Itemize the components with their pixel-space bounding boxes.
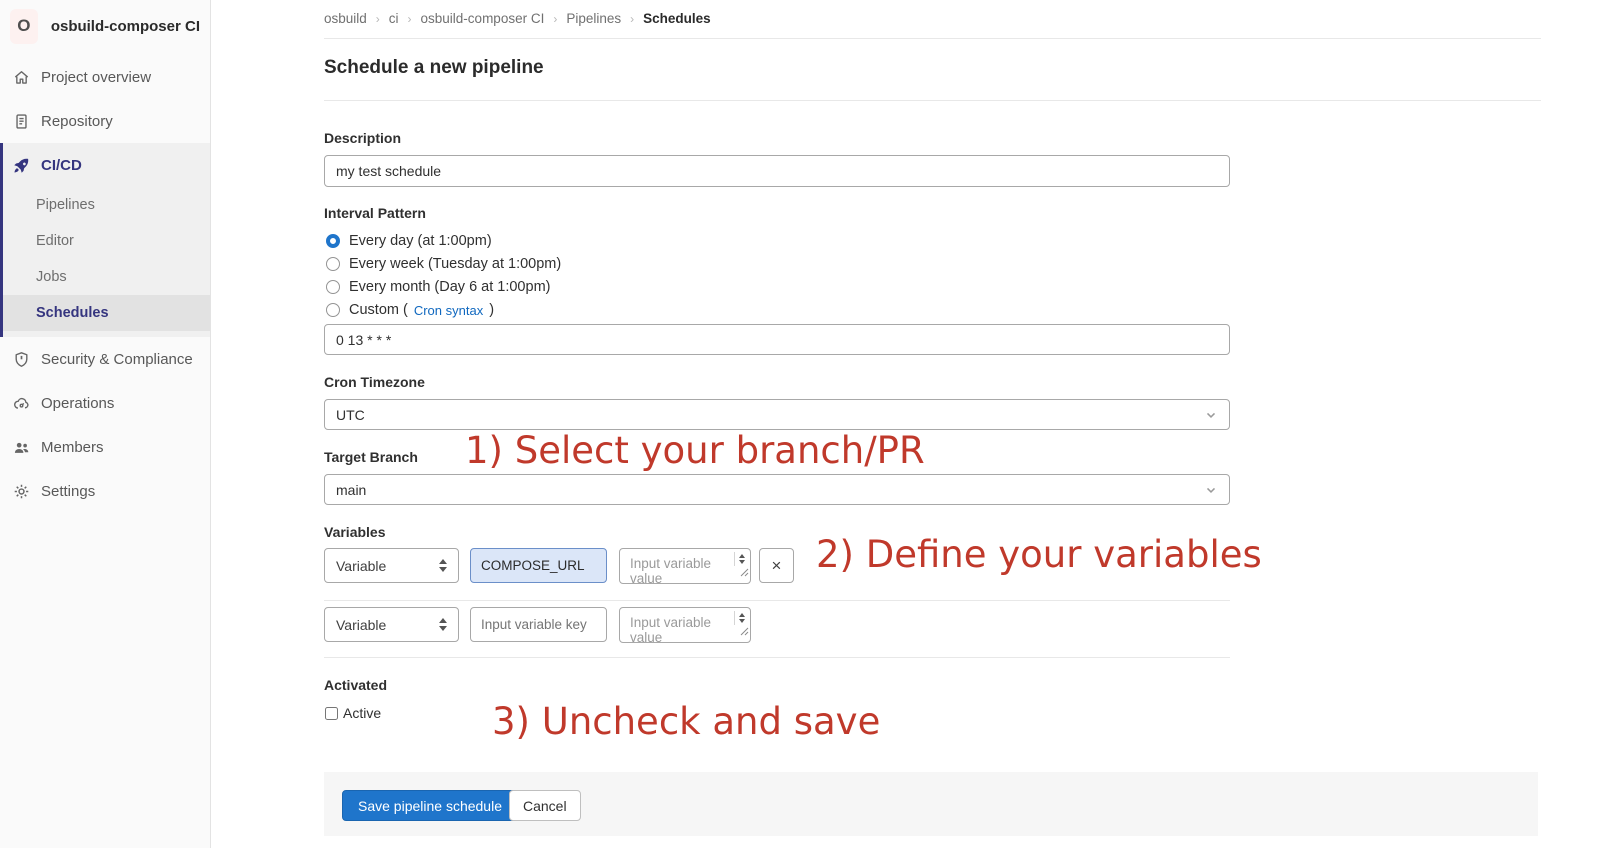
sidebar: O osbuild-composer CI Project overview R…: [0, 0, 211, 848]
active-checkbox-row: Active: [325, 705, 381, 721]
cron-pattern-input[interactable]: [324, 324, 1230, 355]
radio-icon[interactable]: [326, 303, 340, 317]
divider: [324, 600, 1230, 601]
target-branch-value: main: [336, 482, 366, 498]
variable-type-value: Variable: [336, 617, 386, 633]
variable-value-textarea[interactable]: [619, 548, 751, 584]
project-title[interactable]: osbuild-composer CI: [51, 18, 200, 35]
annotation-step1: 1) Select your branch/PR: [465, 429, 925, 472]
active-checkbox-label: Active: [343, 705, 381, 721]
resize-handle-icon[interactable]: [740, 564, 749, 582]
avatar-letter: O: [17, 16, 30, 36]
resize-handle-icon[interactable]: [740, 623, 749, 641]
description-input[interactable]: [324, 155, 1230, 187]
breadcrumb-separator: ›: [553, 12, 557, 26]
cron-syntax-link[interactable]: Cron syntax: [414, 303, 483, 318]
variable-key-input[interactable]: [470, 548, 607, 583]
sidebar-item-label: Repository: [41, 113, 113, 130]
radio-label: Every month (Day 6 at 1:00pm): [349, 279, 550, 295]
breadcrumb-separator: ›: [408, 12, 412, 26]
sidebar-item-label: Members: [41, 439, 104, 456]
annotation-step2: 2) Define your variables: [816, 533, 1262, 576]
divider: [324, 657, 1230, 658]
variable-type-select[interactable]: Variable: [324, 607, 459, 642]
divider: [324, 100, 1541, 101]
select-updown-icon: [439, 618, 447, 631]
variables-label: Variables: [324, 524, 386, 540]
interval-option-custom[interactable]: Custom ( Cron syntax ): [326, 300, 494, 320]
shield-icon: [13, 351, 30, 368]
sidebar-item-label: Operations: [41, 395, 114, 412]
breadcrumb-separator: ›: [630, 12, 634, 26]
radio-label: ): [489, 302, 494, 318]
interval-pattern-label: Interval Pattern: [324, 205, 426, 221]
sidebar-item-label: CI/CD: [41, 157, 82, 174]
interval-option-weekly[interactable]: Every week (Tuesday at 1:00pm): [326, 254, 561, 274]
variable-type-value: Variable: [336, 558, 386, 574]
gear-icon: [13, 483, 30, 500]
sidebar-item-members[interactable]: Members: [0, 425, 210, 469]
project-avatar[interactable]: O: [10, 9, 38, 44]
target-branch-label: Target Branch: [324, 449, 418, 465]
app-root: O osbuild-composer CI Project overview R…: [0, 0, 1609, 848]
target-branch-select[interactable]: main: [324, 474, 1230, 505]
page-title: Schedule a new pipeline: [324, 57, 544, 79]
variable-key-input[interactable]: [470, 607, 607, 642]
breadcrumb-item[interactable]: osbuild-composer CI: [421, 11, 545, 26]
home-icon: [13, 69, 30, 86]
radio-label: Every week (Tuesday at 1:00pm): [349, 256, 561, 272]
sidebar-item-label: Project overview: [41, 69, 151, 86]
members-icon: [13, 439, 30, 456]
project-header: O osbuild-composer CI: [0, 0, 210, 52]
radio-label: Every day (at 1:00pm): [349, 233, 492, 249]
breadcrumb-item[interactable]: osbuild: [324, 11, 367, 26]
sidebar-nav: Project overview Repository CI/CD Pipeli…: [0, 55, 210, 513]
variable-value-wrap: [619, 607, 751, 643]
breadcrumb-separator: ›: [376, 12, 380, 26]
radio-selected-icon[interactable]: [326, 234, 340, 248]
sidebar-item-schedules[interactable]: Schedules: [3, 295, 210, 331]
remove-variable-button[interactable]: ×: [759, 548, 794, 583]
variable-value-textarea[interactable]: [619, 607, 751, 643]
interval-option-monthly[interactable]: Every month (Day 6 at 1:00pm): [326, 277, 550, 297]
sidebar-item-pipelines[interactable]: Pipelines: [3, 187, 210, 223]
cron-timezone-select[interactable]: UTC: [324, 399, 1230, 430]
annotation-step3: 3) Uncheck and save: [492, 700, 880, 743]
document-icon: [13, 113, 30, 130]
radio-icon[interactable]: [326, 257, 340, 271]
sidebar-item-label: Settings: [41, 483, 95, 500]
cron-timezone-label: Cron Timezone: [324, 374, 425, 390]
activated-label: Activated: [324, 677, 387, 693]
breadcrumb-item[interactable]: Pipelines: [566, 11, 621, 26]
cancel-button[interactable]: Cancel: [509, 790, 581, 821]
sidebar-item-operations[interactable]: Operations: [0, 381, 210, 425]
save-pipeline-schedule-button[interactable]: Save pipeline schedule: [342, 790, 518, 821]
sidebar-item-settings[interactable]: Settings: [0, 469, 210, 513]
variable-type-select[interactable]: Variable: [324, 548, 459, 583]
cloud-icon: [13, 395, 30, 412]
sidebar-item-cicd[interactable]: CI/CD: [3, 143, 210, 187]
interval-option-daily[interactable]: Every day (at 1:00pm): [326, 231, 492, 251]
radio-label: Custom (: [349, 302, 408, 318]
sidebar-item-jobs[interactable]: Jobs: [3, 259, 210, 295]
divider: [324, 38, 1541, 39]
description-label: Description: [324, 130, 401, 146]
rocket-icon: [13, 157, 30, 174]
breadcrumb-item[interactable]: ci: [389, 11, 399, 26]
radio-icon[interactable]: [326, 280, 340, 294]
sidebar-item-repository[interactable]: Repository: [0, 99, 210, 143]
breadcrumb-current: Schedules: [643, 11, 711, 26]
sidebar-item-label: Security & Compliance: [41, 351, 193, 368]
sidebar-item-security-compliance[interactable]: Security & Compliance: [0, 337, 210, 381]
cron-timezone-value: UTC: [336, 407, 365, 423]
sidebar-section-cicd: CI/CD Pipelines Editor Jobs Schedules: [0, 143, 210, 337]
select-updown-icon: [439, 559, 447, 572]
chevron-down-icon: [1204, 408, 1218, 422]
sidebar-item-editor[interactable]: Editor: [3, 223, 210, 259]
chevron-down-icon: [1204, 483, 1218, 497]
variable-value-wrap: [619, 548, 751, 584]
active-checkbox[interactable]: [325, 707, 338, 720]
breadcrumb: osbuild › ci › osbuild-composer CI › Pip…: [324, 11, 711, 26]
sidebar-item-project-overview[interactable]: Project overview: [0, 55, 210, 99]
